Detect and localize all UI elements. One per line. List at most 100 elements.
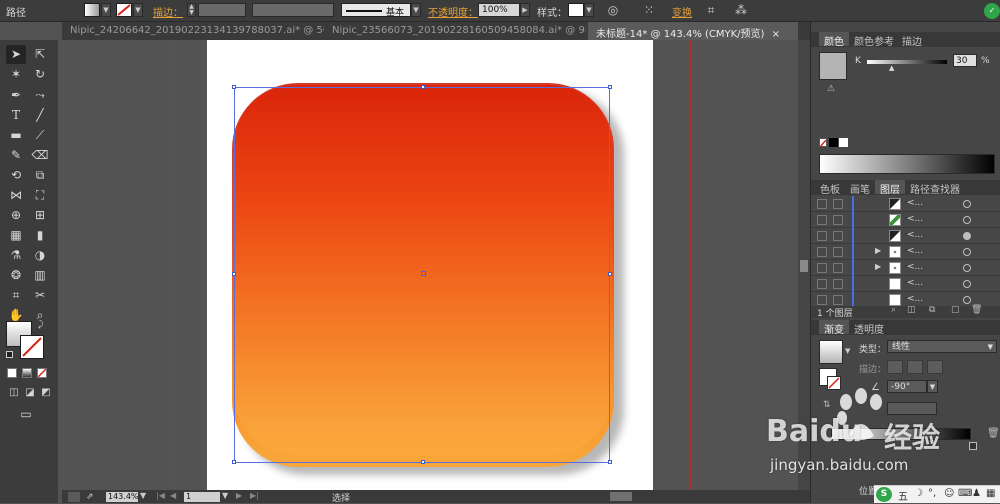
default-fill-stroke-icon[interactable] (6, 351, 13, 358)
user-icon[interactable]: ♟ (972, 488, 981, 499)
pen-tool-icon[interactable]: ✒ (6, 86, 26, 105)
gradient-type-select[interactable]: 线性 ▼ (887, 340, 997, 353)
gradient-mode-icon[interactable] (22, 368, 32, 378)
scale-tool-icon[interactable]: ⧉ (30, 166, 50, 185)
style-dropdown-arrow[interactable]: ▼ (584, 3, 594, 17)
handle-bottom-left[interactable] (232, 460, 236, 464)
tab-document-1[interactable]: Nipic_24206642_20190223134139788037.ai* … (62, 22, 324, 40)
magic-wand-tool-icon[interactable]: ✶ (6, 65, 26, 84)
lock-toggle-icon[interactable] (833, 215, 843, 225)
rectangle-tool-icon[interactable]: ▬ (6, 126, 26, 145)
ime-status-icon[interactable]: ✓ (984, 3, 1000, 19)
lock-toggle-icon[interactable] (833, 263, 843, 273)
symbol-sprayer-tool-icon[interactable]: ❂ (6, 266, 26, 285)
select-similar-icon[interactable]: ⁂ (732, 2, 750, 19)
layer-row[interactable]: ▶ <... (811, 260, 1000, 276)
blend-tool-icon[interactable]: ◑ (30, 246, 50, 265)
handle-middle-right[interactable] (608, 272, 612, 276)
vertical-scroll-thumb[interactable] (800, 260, 808, 272)
gradient-preset-arrow[interactable]: ▼ (845, 347, 850, 355)
close-icon[interactable]: × (772, 29, 780, 40)
emoji-icon[interactable]: ☺ (944, 488, 954, 499)
make-clip-mask-icon[interactable]: ◫ (907, 305, 916, 315)
new-layer-icon[interactable]: ▢ (951, 305, 960, 315)
tab-layers[interactable]: 图层 (875, 180, 905, 196)
stroke-gradient-along-icon[interactable] (907, 360, 923, 374)
artboard-number-field[interactable]: 1 (184, 492, 220, 502)
opacity-label[interactable]: 不透明度： (428, 4, 478, 19)
next-artboard-icon[interactable]: ▶ (236, 491, 242, 500)
layer-row[interactable]: <... (811, 228, 1000, 244)
prev-artboard-icon[interactable]: ◀ (170, 491, 176, 500)
layer-row[interactable]: <... (811, 212, 1000, 228)
stroke-weight-stepper[interactable]: ▲ ▼ (187, 3, 196, 17)
free-transform-tool-icon[interactable]: ⛶ (30, 186, 50, 205)
expand-arrow-icon[interactable]: ▶ (875, 262, 881, 271)
first-artboard-icon[interactable]: |◀ (156, 491, 165, 500)
visibility-toggle-icon[interactable] (817, 231, 827, 241)
brush-dropdown-arrow[interactable]: ▼ (411, 3, 421, 17)
share-icon[interactable]: ⇗ (86, 492, 94, 502)
layer-row[interactable]: <... (811, 196, 1000, 212)
target-circle-icon[interactable] (963, 296, 971, 304)
handle-middle-left[interactable] (232, 272, 236, 276)
isolate-group-icon[interactable]: ⌗ (702, 2, 720, 19)
layer-name[interactable]: <... (907, 230, 923, 240)
visibility-toggle-icon[interactable] (817, 263, 827, 273)
lasso-tool-icon[interactable]: ↻ (30, 65, 50, 84)
k-channel-slider[interactable] (867, 60, 947, 64)
k-slider-thumb[interactable]: ▲ (889, 64, 894, 72)
visibility-toggle-icon[interactable] (817, 199, 827, 209)
tab-document-2[interactable]: Nipic_23566073_20190228160509458084.ai* … (324, 22, 586, 40)
gradient-preview-swatch[interactable] (819, 340, 843, 364)
tab-document-3[interactable]: 未标题-14* @ 143.4% (CMYK/预览) × (588, 22, 798, 40)
pencil-tool-icon[interactable]: ✎ (6, 146, 26, 165)
target-circle-icon[interactable] (963, 200, 971, 208)
fill-swatch[interactable] (84, 3, 100, 17)
lock-toggle-icon[interactable] (833, 247, 843, 257)
zoom-dropdown-arrow[interactable]: ▼ (140, 491, 146, 500)
tab-gradient[interactable]: 渐变 (819, 320, 849, 336)
visibility-toggle-icon[interactable] (817, 279, 827, 289)
sogou-logo-icon[interactable]: S (876, 487, 892, 502)
tab-stroke[interactable]: 描边 (897, 32, 927, 48)
color-spectrum-bar[interactable] (819, 154, 995, 174)
eyedropper-tool-icon[interactable]: ⚗ (6, 246, 26, 265)
fill-dropdown-arrow[interactable]: ▼ (101, 3, 111, 17)
locate-object-icon[interactable]: ⌕ (891, 305, 896, 315)
layer-name[interactable]: <... (907, 294, 923, 304)
stroke-weight-field[interactable] (198, 3, 246, 17)
layer-row[interactable]: <... (811, 276, 1000, 292)
paintbrush-tool-icon[interactable]: ⟋ (30, 126, 50, 145)
tab-pathfinder[interactable]: 路径查找器 (905, 180, 965, 196)
direct-selection-tool-icon[interactable]: ⇱ (30, 45, 50, 64)
target-circle-icon[interactable] (963, 280, 971, 288)
stroke-swatch[interactable] (116, 3, 132, 17)
moon-icon[interactable]: ☽ (914, 488, 923, 499)
skin-icon[interactable]: ▦ (986, 488, 995, 499)
visibility-toggle-icon[interactable] (817, 295, 827, 305)
tab-color-guide[interactable]: 颜色参考 (849, 32, 899, 48)
layer-name[interactable]: <... (907, 198, 923, 208)
layer-name[interactable]: <... (907, 278, 923, 288)
shape-builder-tool-icon[interactable]: ⊕ (6, 206, 26, 225)
artboard-nav-icon[interactable] (68, 492, 80, 502)
lock-toggle-icon[interactable] (833, 279, 843, 289)
last-artboard-icon[interactable]: ▶| (250, 491, 259, 500)
align-options-icon[interactable]: ⁙ (640, 2, 658, 19)
tab-swatches[interactable]: 色板 (815, 180, 845, 196)
ime-mode-label[interactable]: 五 (898, 488, 908, 503)
punctuation-icon[interactable]: °, (928, 488, 936, 499)
selection-tool-icon[interactable]: ➤ (6, 45, 26, 64)
brush-definition-dropdown[interactable]: 基本 (341, 3, 411, 18)
rotate-tool-icon[interactable]: ⟲ (6, 166, 26, 185)
tab-color[interactable]: 颜色 (819, 32, 849, 48)
white-swatch[interactable] (839, 138, 848, 147)
canvas-area[interactable] (62, 40, 810, 490)
handle-top-left[interactable] (232, 85, 236, 89)
type-tool-icon[interactable]: T (6, 106, 26, 125)
target-circle-icon[interactable] (963, 232, 971, 240)
visibility-toggle-icon[interactable] (817, 215, 827, 225)
target-circle-icon[interactable] (963, 216, 971, 224)
target-circle-icon[interactable] (963, 248, 971, 256)
